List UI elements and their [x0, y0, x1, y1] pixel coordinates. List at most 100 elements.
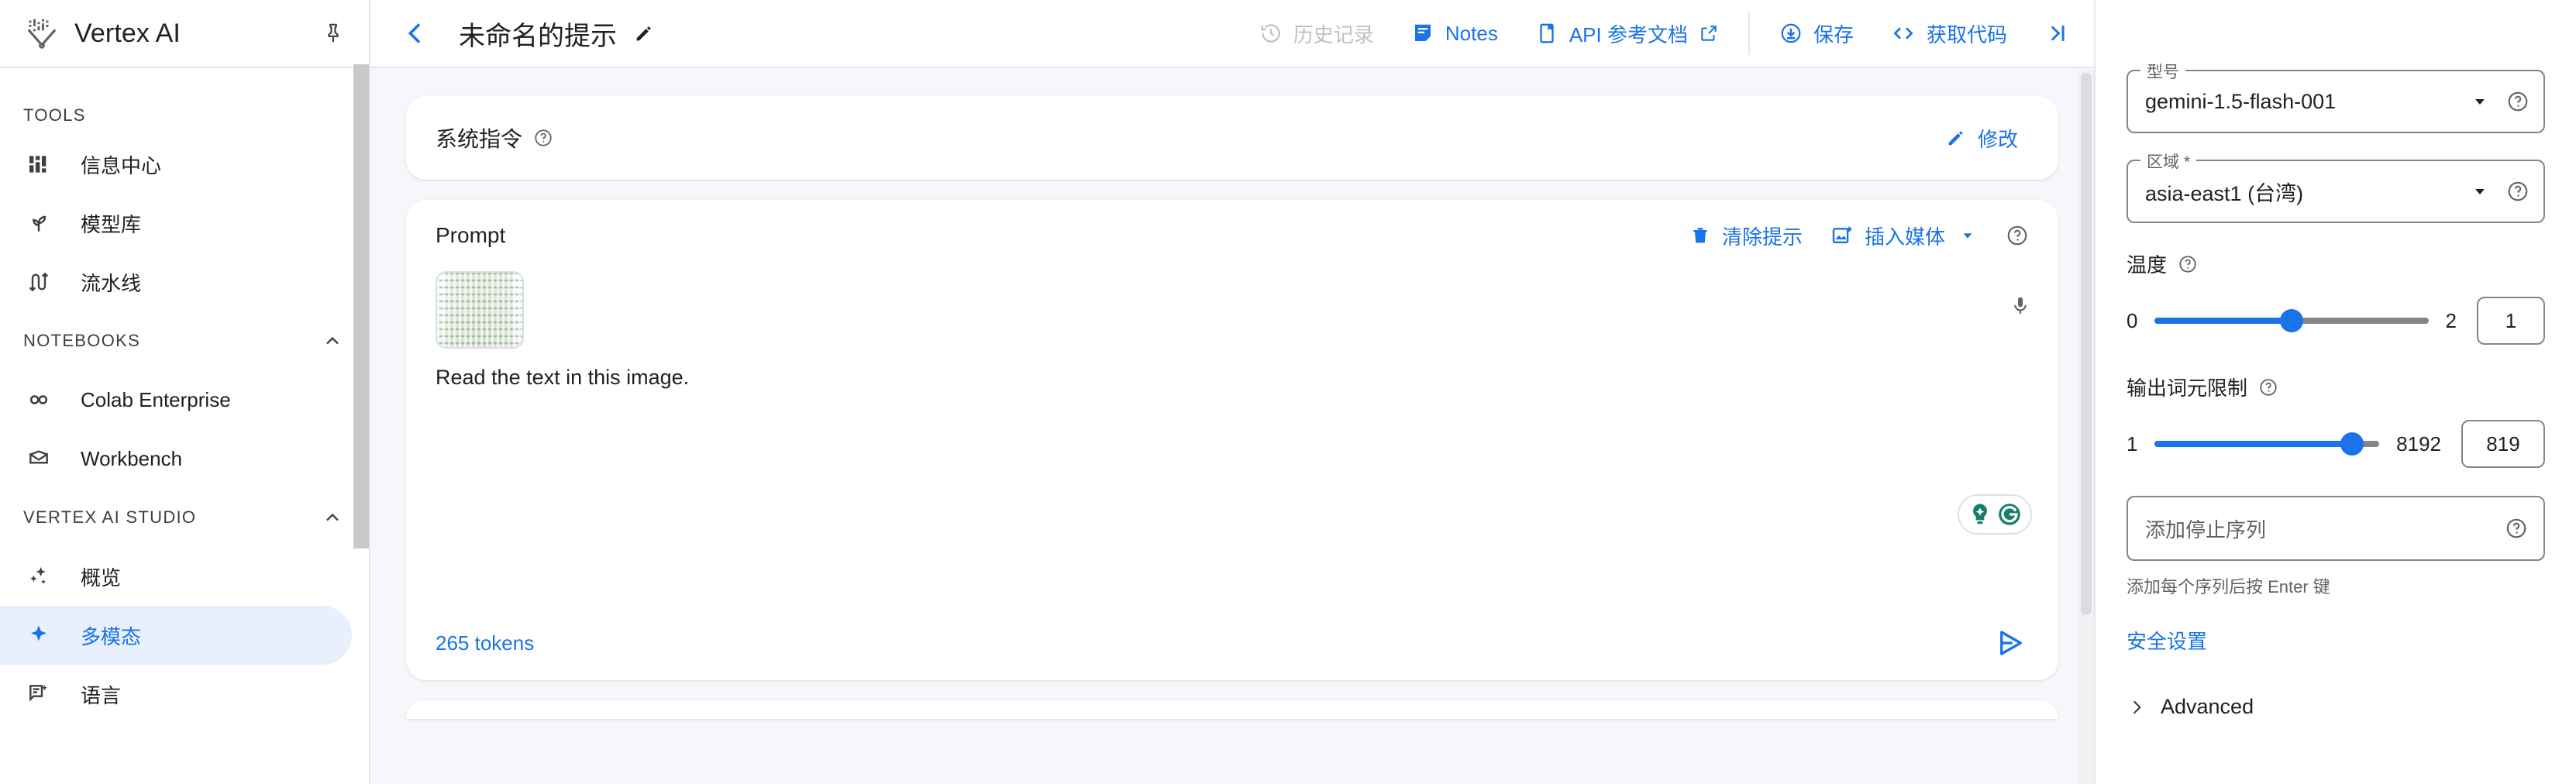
prompt-card-footer: 265 tokens — [406, 606, 2058, 680]
help-circle-icon[interactable] — [2178, 254, 2198, 274]
region-legend: 区域 * — [2140, 150, 2197, 173]
output-token-limit-value-input[interactable]: 819 — [2461, 420, 2545, 468]
prompt-attachment-thumbnail[interactable] — [436, 271, 524, 349]
output-token-limit-label: 输出词元限制 — [2127, 377, 2248, 400]
sidebar-item-workbench[interactable]: Workbench — [0, 429, 352, 488]
prompt-body[interactable]: Read the text in this image. — [406, 271, 2058, 606]
api-docs-button[interactable]: API 参考文档 — [1517, 10, 1737, 57]
sidebar-item-multimodal[interactable]: 多模态 — [0, 606, 352, 665]
caret-down-icon — [1959, 227, 1976, 244]
temperature-label: 温度 — [2127, 253, 2168, 277]
insert-media-label: 插入媒体 — [1864, 225, 1945, 249]
pin-icon[interactable] — [318, 18, 349, 49]
sidebar-item-pipelines[interactable]: 流水线 — [0, 253, 352, 311]
output-token-limit-max: 8192 — [2396, 432, 2441, 456]
temperature-slider[interactable] — [2154, 307, 2429, 335]
region-value: asia-east1 (台湾) — [2145, 181, 2304, 205]
sidebar-item-label: Colab Enterprise — [81, 387, 231, 411]
insert-media-button[interactable]: 插入媒体 — [1817, 214, 1990, 257]
save-button[interactable]: 保存 — [1761, 10, 1872, 57]
sidebar-item-colab-enterprise[interactable]: Colab Enterprise — [0, 370, 352, 429]
sidebar-item-label: 信息中心 — [81, 153, 162, 177]
prompt-card-header: Prompt 清除提示 插入媒体 — [406, 200, 2058, 271]
advanced-label: Advanced — [2161, 695, 2254, 718]
sidebar-item-language[interactable]: 语言 — [0, 665, 352, 724]
advanced-section-toggle[interactable]: Advanced — [2127, 695, 2545, 719]
help-circle-icon[interactable] — [533, 128, 553, 148]
stop-sequence-input[interactable]: 添加停止序列 — [2145, 514, 2505, 543]
safety-settings-link[interactable]: 安全设置 — [2127, 626, 2207, 655]
prompt-title: Prompt — [436, 223, 506, 247]
output-token-limit-min: 1 — [2127, 432, 2138, 456]
help-circle-icon[interactable] — [2505, 517, 2528, 540]
sidebar-section-notebooks[interactable]: NOTEBOOKS — [0, 311, 369, 370]
book-icon — [1535, 22, 1558, 45]
sidebar-section-vertex-ai-studio[interactable]: VERTEX AI STUDIO — [0, 488, 369, 547]
open-in-new-icon — [1699, 23, 1719, 43]
sparkle-icon — [19, 623, 59, 648]
pencil-icon[interactable] — [631, 20, 657, 46]
temperature-value-input[interactable]: 1 — [2477, 297, 2545, 345]
help-circle-icon[interactable] — [2258, 377, 2278, 397]
arrow-left-icon[interactable] — [394, 12, 437, 55]
clear-prompt-button[interactable]: 清除提示 — [1675, 214, 1817, 257]
sidebar-item-label: 多模态 — [81, 624, 142, 648]
next-card-stub — [406, 700, 2058, 719]
lightbulb-icon — [1966, 500, 1994, 528]
sidebar-item-dashboard[interactable]: 信息中心 — [0, 135, 352, 194]
send-icon[interactable] — [1990, 622, 2032, 664]
content-scroll-area: 系统指令 修改 Prompt 清除提示 插入媒体 Read the text i… — [370, 68, 2094, 784]
topbar: 未命名的提示 历史记录 Notes API 参考文档 保存 获取代码 — [370, 0, 2094, 68]
model-select[interactable]: 型号 gemini-1.5-flash-001 — [2127, 60, 2545, 133]
edit-system-instructions-button[interactable]: 修改 — [1931, 116, 2032, 160]
collapse-right-icon[interactable] — [2026, 10, 2094, 57]
stop-sequence-field[interactable]: 添加停止序列 — [2127, 496, 2545, 561]
sidebar: Vertex AI TOOLS 信息中心 模型库 流水线 NOTEBOOKS C… — [0, 0, 370, 784]
prompt-text[interactable]: Read the text in this image. — [436, 366, 2032, 390]
sidebar-section-label: TOOLS — [23, 105, 86, 125]
main-scrollbar[interactable] — [2078, 70, 2094, 784]
slider-fill — [2154, 441, 2353, 447]
output-token-limit-slider[interactable] — [2154, 430, 2380, 458]
trash-icon — [1689, 225, 1711, 246]
topbar-divider — [1748, 12, 1750, 55]
sidebar-item-overview[interactable]: 概览 — [0, 547, 352, 606]
help-circle-icon[interactable] — [2506, 180, 2530, 203]
model-legend: 型号 — [2140, 60, 2185, 83]
save-download-icon — [1779, 22, 1803, 45]
sidebar-section-tools: TOOLS — [0, 68, 369, 135]
caret-down-icon[interactable] — [2471, 182, 2489, 201]
temperature-min: 0 — [2127, 308, 2138, 332]
sidebar-scrollbar[interactable] — [353, 64, 369, 548]
add-image-icon — [1830, 224, 1854, 247]
help-circle-icon[interactable] — [1990, 224, 2040, 247]
chevron-right-icon — [2127, 697, 2147, 717]
help-circle-icon[interactable] — [2506, 90, 2530, 113]
colab-icon — [19, 387, 59, 412]
main-scrollbar-thumb[interactable] — [2081, 73, 2092, 615]
slider-thumb[interactable] — [2280, 309, 2303, 332]
region-select[interactable]: 区域 * asia-east1 (台湾) — [2127, 150, 2545, 223]
notes-button[interactable]: Notes — [1393, 10, 1517, 57]
sidebar-section-label: NOTEBOOKS — [23, 331, 141, 350]
sidebar-item-model-garden[interactable]: 模型库 — [0, 194, 352, 253]
token-count[interactable]: 265 tokens — [436, 631, 534, 655]
caret-down-icon[interactable] — [2471, 92, 2489, 111]
get-code-button[interactable]: 获取代码 — [1872, 10, 2026, 57]
microphone-icon[interactable] — [2009, 294, 2032, 318]
clear-prompt-label: 清除提示 — [1721, 225, 1803, 249]
settings-panel: 型号 gemini-1.5-flash-001 区域 * asia-east1 … — [2094, 0, 2576, 784]
notes-icon — [1411, 22, 1434, 45]
chevron-up-icon[interactable] — [319, 328, 346, 354]
slider-thumb[interactable] — [2340, 432, 2364, 456]
chevron-up-icon[interactable] — [319, 504, 346, 531]
sidebar-item-label: 概览 — [81, 566, 122, 590]
pipelines-icon — [19, 270, 59, 294]
system-instructions-card: 系统指令 修改 — [406, 96, 2058, 180]
edit-label: 修改 — [1977, 127, 2018, 151]
grammarly-widget[interactable] — [1958, 494, 2032, 535]
sidebar-brand-title: Vertex AI — [74, 18, 181, 48]
sidebar-header: Vertex AI — [0, 0, 369, 68]
dashboard-icon — [19, 152, 59, 177]
pencil-icon — [1945, 127, 1967, 149]
